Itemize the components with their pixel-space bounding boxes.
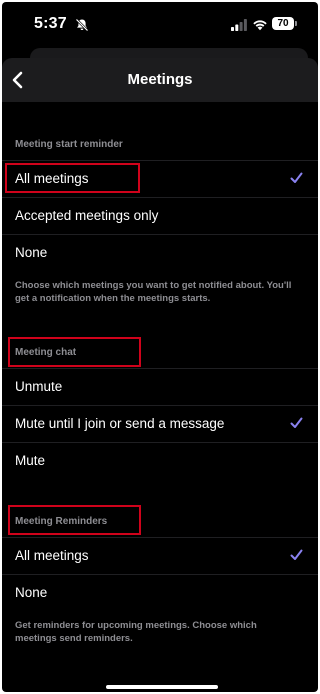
annotation-box-meeting-chat xyxy=(8,337,141,367)
checkmark-icon xyxy=(290,417,303,428)
section-footer-start-reminder: Choose which meetings you want to get no… xyxy=(15,280,292,304)
section-header-start-reminder: Meeting start reminder xyxy=(15,139,123,150)
battery-cap xyxy=(295,21,297,26)
option-chat-mute[interactable]: Mute xyxy=(2,442,318,480)
option-chat-unmute[interactable]: Unmute xyxy=(2,368,318,406)
option-reminders-all-meetings[interactable]: All meetings xyxy=(2,537,318,575)
option-start-accepted-only[interactable]: Accepted meetings only xyxy=(2,197,318,235)
phone-screen: 5:37 70 Meetings Meeting start reminder xyxy=(2,2,318,692)
option-start-none[interactable]: None xyxy=(2,234,318,272)
option-label: None xyxy=(15,245,48,260)
section-footer-reminders: Get reminders for upcoming meetings. Cho… xyxy=(15,620,257,644)
bell-muted-icon xyxy=(75,18,89,32)
annotation-box-all-meetings xyxy=(5,163,140,193)
battery-icon: 70 xyxy=(272,17,294,30)
page-title: Meetings xyxy=(127,71,193,88)
checkmark-icon xyxy=(290,172,303,183)
option-chat-mute-until-join[interactable]: Mute until I join or send a message xyxy=(2,405,318,443)
checkmark-icon xyxy=(290,549,303,560)
status-time: 5:37 xyxy=(34,15,67,32)
option-label: Mute xyxy=(15,453,46,468)
option-reminders-none[interactable]: None xyxy=(2,574,318,612)
annotation-box-meeting-reminders xyxy=(8,505,141,535)
option-label: All meetings xyxy=(15,548,89,563)
status-bar: 5:37 70 xyxy=(2,2,318,48)
option-label: Unmute xyxy=(15,379,63,394)
option-label: None xyxy=(15,585,48,600)
home-indicator xyxy=(106,685,218,689)
option-label: Mute until I join or send a message xyxy=(15,416,225,431)
navigation-bar: Meetings xyxy=(2,58,318,102)
signal-icon xyxy=(231,19,247,31)
option-label: Accepted meetings only xyxy=(15,208,159,223)
wifi-icon xyxy=(253,20,267,31)
